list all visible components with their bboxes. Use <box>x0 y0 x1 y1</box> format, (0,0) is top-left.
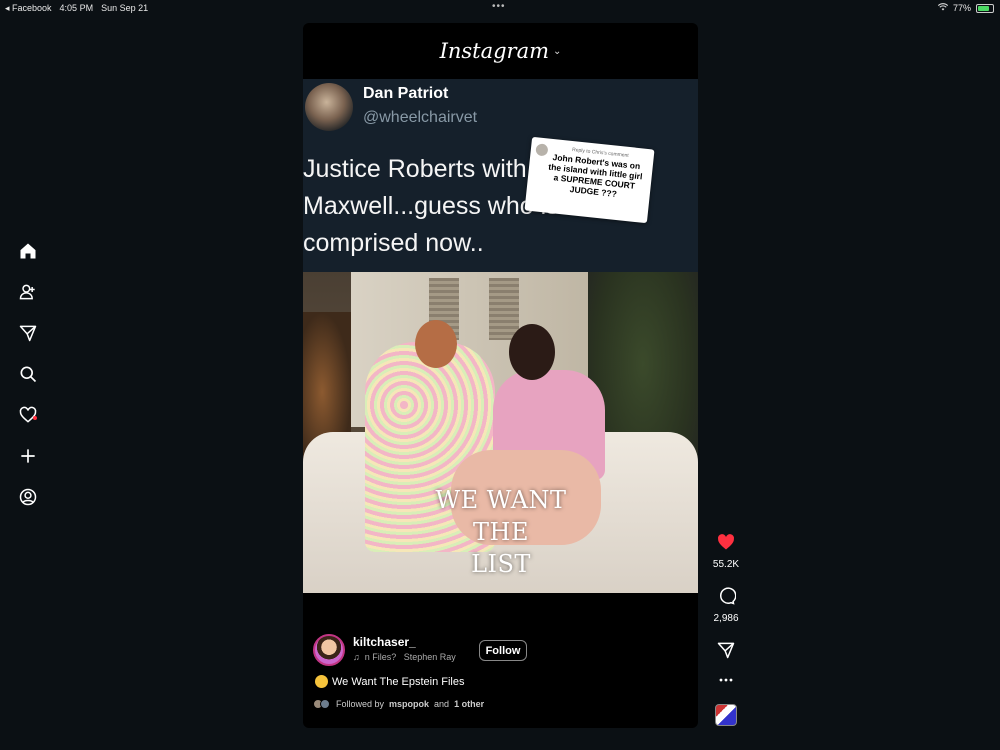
heart-icon[interactable] <box>16 404 40 426</box>
follower-avatars <box>313 699 331 709</box>
post-photo[interactable]: WE WANT THE LIST <box>303 272 698 593</box>
back-to-app-link[interactable]: ◂ Facebook <box>5 3 52 14</box>
profile-icon[interactable] <box>16 486 40 508</box>
audio-label[interactable]: ♫ n Files? Stephen Ray <box>353 652 456 662</box>
photo-person-left-head <box>415 320 457 368</box>
post-author: kiltchaser_ ♫ n Files? Stephen Ray Follo… <box>313 633 693 667</box>
followed-by-and: and <box>434 699 450 709</box>
photo-overlay-text: WE WANT THE LIST <box>421 484 581 580</box>
tweet-avatar <box>305 83 353 131</box>
tweet-author-handle: @wheelchairvet <box>363 109 478 126</box>
battery-icon <box>976 3 994 13</box>
more-action <box>706 670 746 695</box>
caption-text: We Want The Epstein Files <box>332 675 465 688</box>
followed-by[interactable]: Followed by mspopok and 1 other <box>313 699 484 709</box>
audio-thumbnail[interactable] <box>715 704 737 726</box>
status-date: Sun Sep 21 <box>101 3 149 13</box>
feed-header[interactable]: Instagram ⌄ <box>303 23 698 79</box>
plus-icon[interactable] <box>16 445 40 467</box>
more-icon[interactable] <box>716 677 736 694</box>
overlay-line: THE <box>473 518 529 546</box>
sidebar-nav <box>16 240 40 508</box>
like-count: 55.2K <box>712 559 740 570</box>
home-icon[interactable] <box>16 240 40 262</box>
chevron-down-icon[interactable]: ⌄ <box>553 46 561 57</box>
status-time: 4:05 PM <box>59 3 94 13</box>
overlay-line: LIST <box>471 550 531 578</box>
battery-fill <box>978 5 989 11</box>
tweet-text-line: comprised now.. <box>303 229 484 257</box>
thinking-emoji-icon <box>315 675 328 688</box>
avatar[interactable] <box>313 634 345 666</box>
comment-action: 2,986 <box>706 586 746 624</box>
post-card: Instagram ⌄ Dan Patriot @wheelchairvet J… <box>303 23 698 728</box>
followed-by-prefix: Followed by <box>336 699 385 709</box>
followed-by-user[interactable]: mspopok <box>389 699 429 709</box>
multitask-dots[interactable]: ••• <box>492 1 506 12</box>
comment-count: 2,986 <box>713 613 739 624</box>
wifi-icon <box>937 3 949 13</box>
tweet-screenshot: Dan Patriot @wheelchairvet Justice Rober… <box>303 79 698 272</box>
instagram-logo[interactable]: Instagram <box>440 39 549 63</box>
search-icon[interactable] <box>16 363 40 385</box>
share-action <box>706 640 746 665</box>
friends-icon[interactable] <box>16 281 40 303</box>
reply-comment-sticker: Reply to Chris's comment John Robert's w… <box>524 136 655 224</box>
author-username[interactable]: kiltchaser_ <box>353 635 416 649</box>
photo-shutter <box>489 278 519 340</box>
post-caption[interactable]: We Want The Epstein Files <box>315 675 464 688</box>
comment-icon[interactable] <box>716 587 737 610</box>
like-action: 55.2K <box>706 532 746 570</box>
send-icon[interactable] <box>16 322 40 344</box>
send-icon[interactable] <box>716 642 736 664</box>
battery-percent: 77% <box>952 3 971 13</box>
like-icon[interactable] <box>716 534 736 556</box>
notification-dot <box>33 416 37 420</box>
tweet-author-name: Dan Patriot <box>363 85 449 102</box>
follow-button[interactable]: Follow <box>479 640 527 661</box>
followed-by-others[interactable]: 1 other <box>454 699 484 709</box>
status-bar: ◂ Facebook 4:05 PM Sun Sep 21 ••• 77% <box>0 0 1000 16</box>
overlay-line: WE WANT <box>435 486 567 514</box>
photo-person-right-head <box>509 324 555 380</box>
